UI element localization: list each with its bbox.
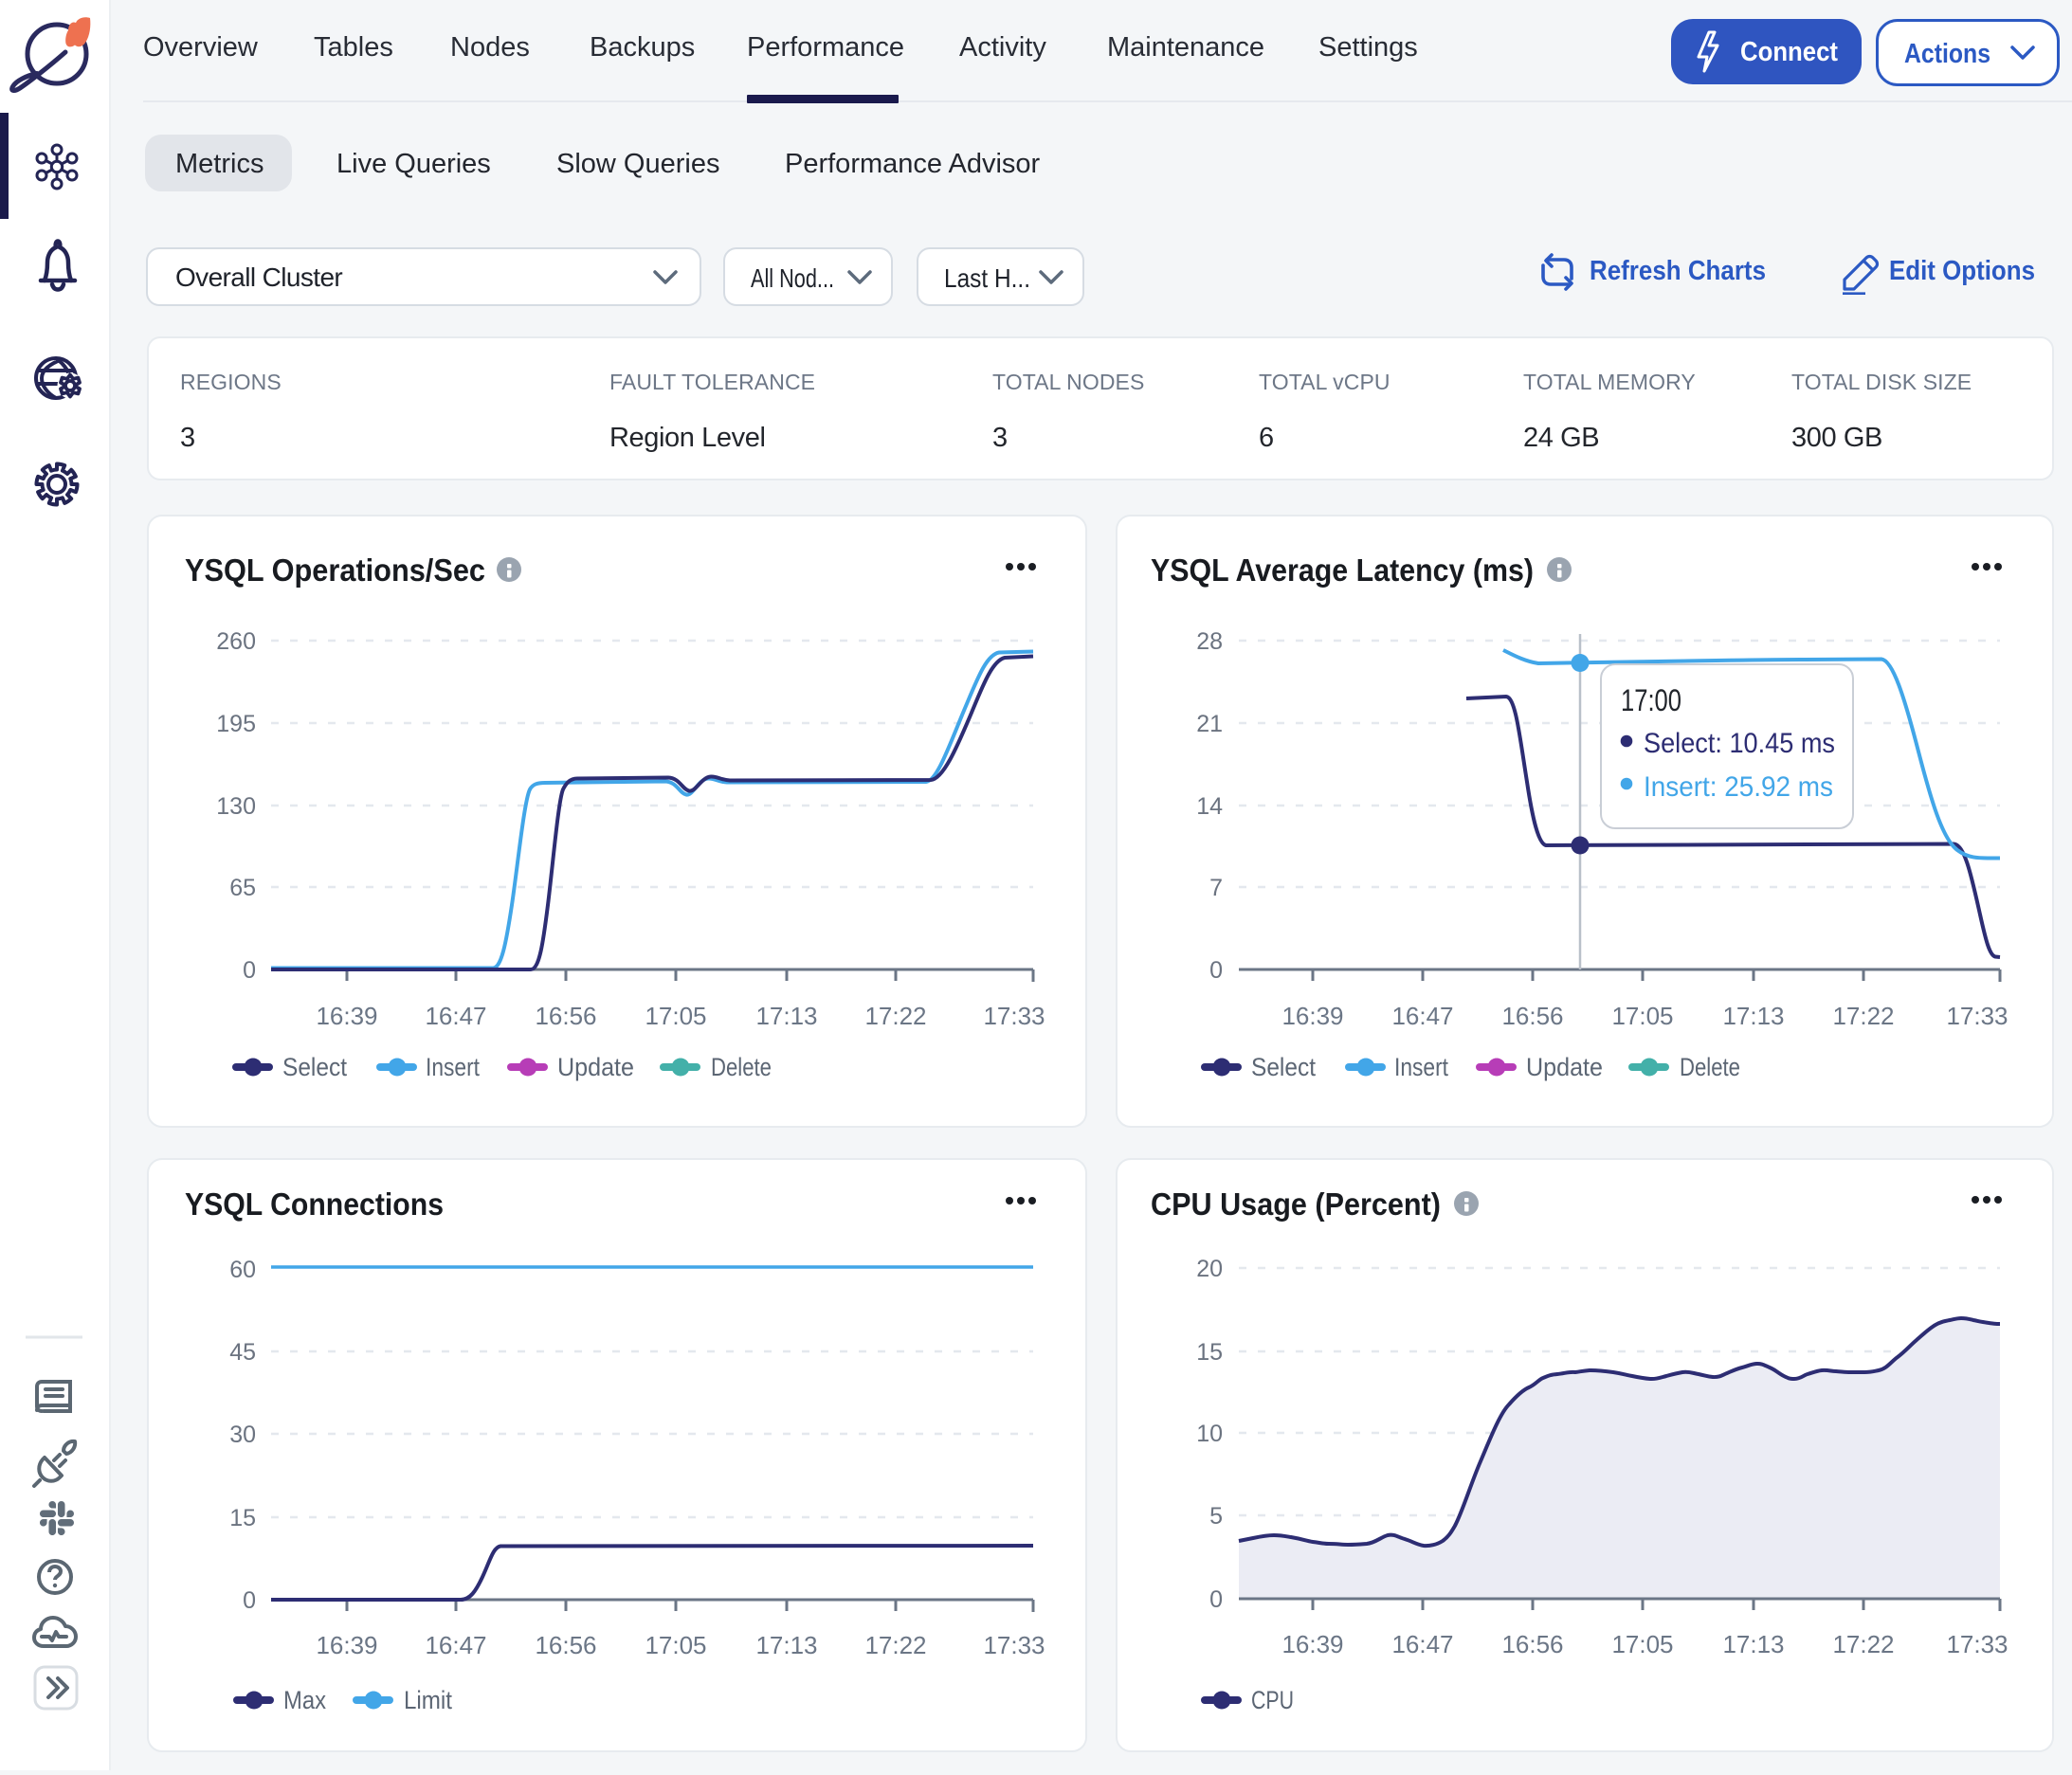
svg-text:45: 45 [229, 1339, 256, 1366]
svg-text:16:39: 16:39 [316, 1631, 377, 1659]
svg-text:130: 130 [216, 793, 256, 820]
svg-text:21: 21 [1196, 711, 1223, 737]
svg-text:20: 20 [1196, 1256, 1223, 1282]
svg-text:17:22: 17:22 [864, 1002, 926, 1030]
svg-text:16:39: 16:39 [1281, 1630, 1343, 1658]
svg-text:5: 5 [1209, 1503, 1223, 1530]
svg-text:16:39: 16:39 [1281, 1002, 1343, 1030]
svg-text:17:22: 17:22 [1832, 1002, 1894, 1030]
svg-text:CPU: CPU [1251, 1686, 1294, 1714]
svg-text:All Nod...: All Nod... [751, 263, 834, 293]
svg-text:Delete: Delete [711, 1053, 772, 1081]
svg-text:Insert: Insert [1394, 1053, 1448, 1081]
svg-text:17:13: 17:13 [755, 1631, 817, 1659]
svg-text:Max: Max [283, 1686, 326, 1714]
svg-text:0: 0 [1209, 957, 1223, 984]
svg-text:16:47: 16:47 [1391, 1630, 1453, 1658]
svg-text:17:33: 17:33 [983, 1002, 1045, 1030]
svg-text:16:47: 16:47 [425, 1631, 486, 1659]
svg-text:Update: Update [557, 1053, 634, 1081]
svg-text:16:56: 16:56 [535, 1631, 596, 1659]
svg-text:28: 28 [1196, 628, 1223, 655]
svg-text:Actions: Actions [1904, 39, 1990, 69]
svg-text:0: 0 [243, 1587, 256, 1614]
svg-text:15: 15 [1196, 1339, 1223, 1366]
svg-text:17:05: 17:05 [1611, 1630, 1673, 1658]
svg-text:7: 7 [1209, 875, 1223, 901]
svg-text:Limit: Limit [404, 1686, 452, 1714]
svg-text:Select: Select [282, 1053, 347, 1081]
svg-text:30: 30 [229, 1422, 256, 1448]
svg-text:CPU Usage (Percent): CPU Usage (Percent) [1151, 1186, 1441, 1222]
svg-text:Connect: Connect [1740, 37, 1838, 67]
svg-text:Last H...: Last H... [944, 263, 1030, 293]
svg-text:YSQL Average Latency (ms): YSQL Average Latency (ms) [1151, 552, 1534, 588]
svg-text:17:33: 17:33 [1946, 1630, 2008, 1658]
svg-text:195: 195 [216, 711, 256, 737]
svg-text:Select: 10.45 ms: Select: 10.45 ms [1644, 728, 1835, 759]
svg-text:YSQL Operations/Sec: YSQL Operations/Sec [185, 552, 485, 588]
svg-text:0: 0 [1209, 1586, 1223, 1613]
svg-text:17:05: 17:05 [1611, 1002, 1673, 1030]
svg-text:65: 65 [229, 875, 256, 901]
svg-text:YSQL Connections: YSQL Connections [185, 1186, 444, 1222]
svg-text:Delete: Delete [1680, 1053, 1740, 1081]
svg-text:17:33: 17:33 [983, 1631, 1045, 1659]
svg-text:16:47: 16:47 [425, 1002, 486, 1030]
svg-text:16:56: 16:56 [1501, 1002, 1563, 1030]
svg-text:10: 10 [1196, 1421, 1223, 1447]
svg-text:Select: Select [1251, 1053, 1316, 1081]
svg-text:17:13: 17:13 [755, 1002, 817, 1030]
svg-text:Insert: Insert [426, 1053, 480, 1081]
svg-text:17:13: 17:13 [1722, 1630, 1784, 1658]
svg-text:60: 60 [229, 1257, 256, 1283]
svg-text:16:39: 16:39 [316, 1002, 377, 1030]
svg-text:17:22: 17:22 [1832, 1630, 1894, 1658]
svg-text:17:13: 17:13 [1722, 1002, 1784, 1030]
svg-text:Insert: 25.92 ms: Insert: 25.92 ms [1644, 771, 1833, 803]
svg-text:17:05: 17:05 [645, 1002, 706, 1030]
svg-text:15: 15 [229, 1505, 256, 1531]
svg-text:16:47: 16:47 [1391, 1002, 1453, 1030]
svg-text:Edit Options: Edit Options [1889, 256, 2035, 286]
svg-text:Update: Update [1526, 1053, 1603, 1081]
svg-text:Refresh Charts: Refresh Charts [1590, 256, 1766, 286]
svg-text:17:22: 17:22 [864, 1631, 926, 1659]
svg-text:17:05: 17:05 [645, 1631, 706, 1659]
svg-text:260: 260 [216, 628, 256, 655]
svg-text:16:56: 16:56 [1501, 1630, 1563, 1658]
svg-text:17:33: 17:33 [1946, 1002, 2008, 1030]
svg-text:0: 0 [243, 957, 256, 984]
svg-text:17:00: 17:00 [1621, 683, 1681, 717]
svg-text:14: 14 [1196, 793, 1223, 820]
svg-text:16:56: 16:56 [535, 1002, 596, 1030]
